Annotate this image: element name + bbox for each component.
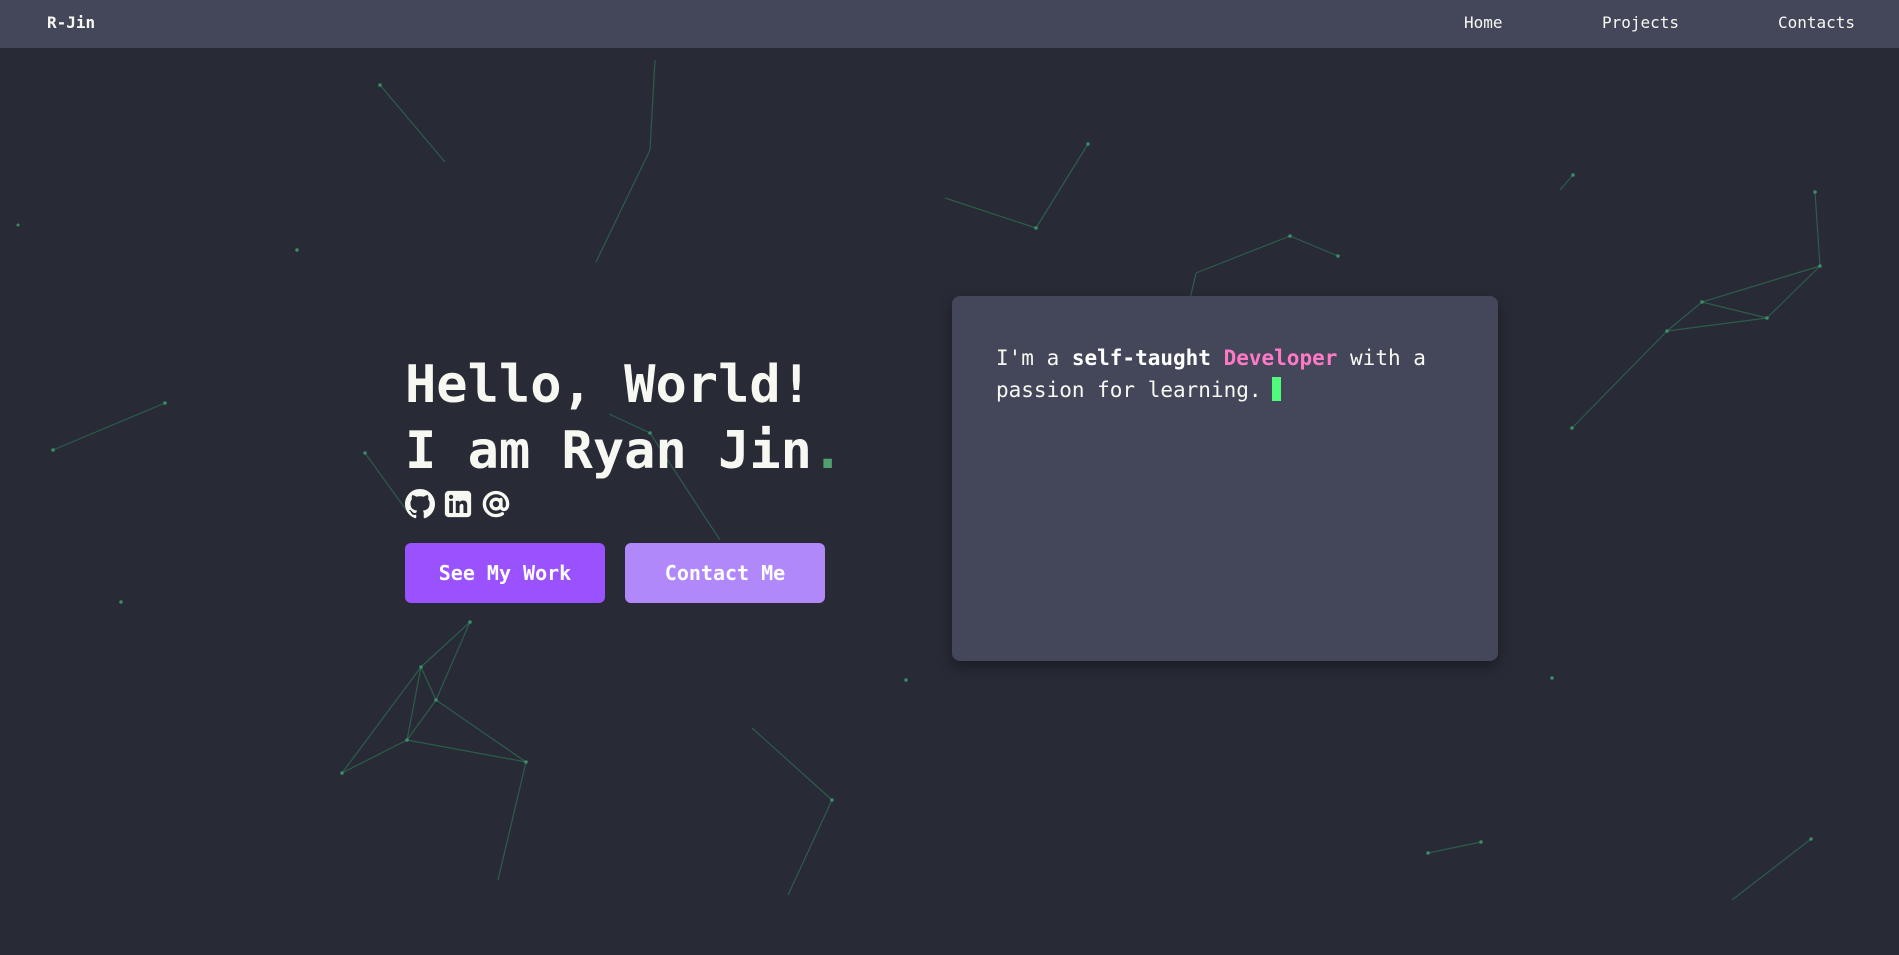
particle-network-background xyxy=(16,59,1822,901)
nav-link-contacts[interactable]: Contacts xyxy=(1778,13,1855,32)
hero-name: I am Ryan Jin xyxy=(405,421,812,481)
linkedin-icon[interactable] xyxy=(443,489,473,519)
see-my-work-button[interactable]: See My Work xyxy=(405,543,605,603)
hero-heading: Hello, World! I am Ryan Jin. xyxy=(405,352,843,484)
top-navbar: R-Jin Home Projects Contacts xyxy=(0,0,1899,48)
github-icon[interactable] xyxy=(405,489,435,519)
hero-greeting: Hello, World! xyxy=(405,355,812,415)
intro-terminal-card: I'm a self-taught Developer with a passi… xyxy=(952,296,1498,661)
hero-accent-dot: . xyxy=(812,421,844,481)
nav-link-home[interactable]: Home xyxy=(1464,13,1503,32)
intro-developer: Developer xyxy=(1223,346,1338,370)
social-links xyxy=(405,489,511,519)
intro-prefix: I'm a xyxy=(996,346,1072,370)
brand-logo[interactable]: R-Jin xyxy=(47,13,95,32)
nav-link-projects[interactable]: Projects xyxy=(1602,13,1679,32)
hero-name-line: I am Ryan Jin. xyxy=(405,418,843,484)
typing-cursor xyxy=(1271,377,1281,401)
email-at-icon[interactable] xyxy=(481,489,511,519)
intro-self-taught: self-taught xyxy=(1071,346,1211,370)
contact-me-button[interactable]: Contact Me xyxy=(625,543,825,603)
